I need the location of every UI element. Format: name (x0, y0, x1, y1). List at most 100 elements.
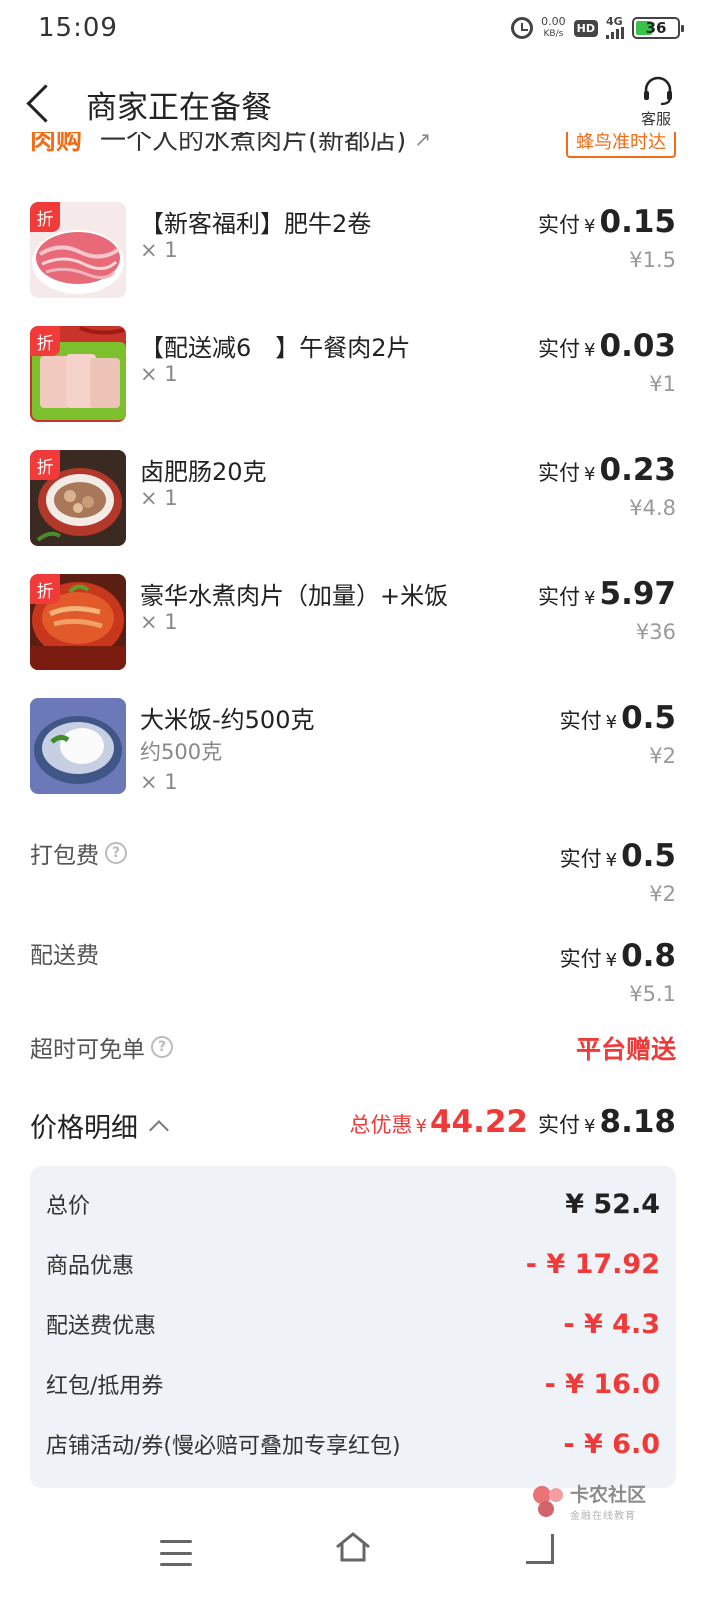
battery-level: 36 (645, 19, 667, 37)
currency-symbol: ¥ (584, 1116, 596, 1137)
store-row[interactable]: 肉购 一个人的水煮肉片(新都店) ↗ 蜂鸟准时达 (30, 132, 676, 168)
page-title: 商家正在备餐 (86, 90, 272, 126)
detail-label: 配送费优惠 (46, 1314, 157, 1339)
detail-label: 店铺活动/券(慢必赔可叠加专享红包) (46, 1434, 401, 1459)
detail-label: 总价 (46, 1194, 91, 1219)
overtime-free-text: 超时可免单 (30, 1037, 145, 1063)
original-price: ¥2 (649, 882, 676, 906)
original-price: ¥2 (649, 744, 676, 768)
battery-icon: 36 (632, 17, 684, 39)
total-paid-amount: 8.18 (599, 1104, 677, 1140)
original-price: ¥1 (649, 372, 676, 396)
header: 商家正在备餐 客服 (0, 60, 720, 140)
delivery-fee-price: 实付 ¥0.8 ¥5.1 (560, 938, 676, 1006)
detail-label: 红包/抵用券 (46, 1374, 164, 1399)
item-name: 豪华水煮肉片（加量）+米饭 (140, 582, 449, 610)
back-nav-icon[interactable] (526, 1534, 554, 1564)
hd-icon: HD (573, 19, 598, 37)
paid-amount: 0.23 (599, 452, 677, 488)
watermark-title: 卡农社区 (570, 1484, 647, 1506)
menu-icon[interactable] (160, 1540, 192, 1566)
paid-amount: 0.8 (621, 938, 676, 974)
home-icon[interactable] (334, 1530, 372, 1564)
item-image-intestine: 折 (30, 450, 126, 546)
delivery-tag: 蜂鸟准时达 (566, 132, 676, 158)
paid-amount: 0.15 (599, 204, 677, 240)
total-paid: 实付 ¥8.18 (538, 1104, 676, 1140)
net-speed: 0.00 KB/s (541, 16, 566, 40)
item-image-luncheon-meat: 折 (30, 326, 126, 422)
chevron-up-icon[interactable] (149, 1119, 169, 1140)
order-item[interactable]: 折 【新客福利】肥牛2卷 × 1 实付 ¥0.15 ¥1.5 (30, 202, 676, 298)
signal-icon: 4G (606, 15, 624, 39)
item-image-boiled-pork: 折 (30, 574, 126, 670)
detail-line-store-activity: 店铺活动/券(慢必赔可叠加专享红包) - ¥ 6.0 (46, 1424, 660, 1464)
order-item[interactable]: 大米饭-约500克 约500克 × 1 实付 ¥0.5 ¥2 (30, 698, 676, 798)
currency-symbol: ¥ (584, 464, 596, 485)
item-qty: × 1 (140, 362, 178, 386)
service-label: 客服 (640, 110, 671, 128)
original-price: ¥36 (635, 620, 676, 644)
detail-line-goods-discount: 商品优惠 - ¥ 17.92 (46, 1244, 660, 1284)
paid-label: 实付 (538, 1113, 581, 1137)
status-time: 15:09 (38, 13, 118, 43)
discount-badge: 折 (30, 326, 60, 356)
item-qty: × 1 (140, 486, 178, 510)
paid-amount: 0.5 (621, 700, 676, 736)
system-nav-bar (0, 1510, 720, 1600)
packing-fee-text: 打包费 (30, 843, 99, 869)
total-discount-label: 总优惠 (349, 1113, 413, 1137)
packing-fee-price: 实付 ¥0.5 ¥2 (560, 838, 676, 906)
help-icon[interactable]: ? (105, 842, 127, 864)
paid-amount: 0.5 (621, 838, 676, 874)
detail-value: - ¥ 6.0 (563, 1428, 660, 1460)
order-item[interactable]: 折 卤肥肠20克 × 1 实付 ¥0.23 ¥4.8 (30, 450, 676, 546)
detail-value: ¥ 52.4 (565, 1188, 660, 1220)
net-speed-value: 0.00 (541, 15, 566, 28)
currency-symbol: ¥ (584, 216, 596, 237)
currency-symbol: ¥ (605, 712, 618, 733)
total-discount-amount: 44.22 (429, 1104, 528, 1140)
paid-label: 实付 (559, 709, 602, 733)
currency-symbol: ¥ (605, 950, 618, 971)
item-image-rice (30, 698, 126, 794)
paid-label: 实付 (538, 337, 581, 361)
item-name: 【新客福利】肥牛2卷 (140, 210, 372, 238)
detail-label: 商品优惠 (46, 1254, 135, 1279)
discount-badge: 折 (30, 202, 60, 232)
price-detail-title-text: 价格明细 (30, 1113, 138, 1144)
original-price: ¥5.1 (629, 982, 676, 1006)
item-spec: 约500克 (140, 740, 223, 764)
currency-symbol: ¥ (415, 1116, 427, 1137)
paid-amount: 0.03 (599, 328, 677, 364)
customer-service-button[interactable]: 客服 (638, 76, 678, 129)
order-item[interactable]: 折 【配送减6 】午餐肉2片 × 1 实付 ¥0.03 ¥1 (30, 326, 676, 422)
status-icons: 0.00 KB/s HD 4G 36 (511, 15, 684, 40)
item-name: 大米饭-约500克 (140, 706, 315, 734)
price-detail-title[interactable]: 价格明细 (30, 1106, 169, 1145)
detail-line-coupon: 红包/抵用券 - ¥ 16.0 (46, 1364, 660, 1404)
paid-label: 实付 (559, 947, 602, 971)
store-arrow-icon: ↗ (414, 132, 432, 151)
back-icon[interactable] (26, 84, 56, 124)
item-price: 实付 ¥0.5 ¥2 (560, 700, 676, 768)
packing-fee-row: 打包费 ? 实付 ¥0.5 ¥2 (30, 836, 676, 906)
item-price: 实付 ¥0.23 ¥4.8 (538, 452, 676, 520)
item-qty: × 1 (140, 238, 178, 262)
help-icon[interactable]: ? (151, 1036, 173, 1058)
store-name[interactable]: 一个人的水煮肉片(新都店) (100, 132, 406, 157)
delivery-fee-row: 配送费 实付 ¥0.8 ¥5.1 (30, 936, 676, 1006)
item-image-beef: 折 (30, 202, 126, 298)
item-price: 实付 ¥0.15 ¥1.5 (538, 204, 676, 272)
detail-value: - ¥ 4.3 (563, 1308, 660, 1340)
detail-line-total: 总价 ¥ 52.4 (46, 1184, 660, 1224)
paid-label: 实付 (538, 585, 581, 609)
net-speed-unit: KB/s (543, 29, 564, 39)
item-name: 卤肥肠20克 (140, 458, 267, 486)
price-detail-box: 总价 ¥ 52.4 商品优惠 - ¥ 17.92 配送费优惠 - ¥ 4.3 红… (30, 1166, 676, 1488)
order-item[interactable]: 折 豪华水煮肉片（加量）+米饭 × 1 实付 ¥5.97 ¥36 (30, 574, 676, 670)
platform-gift-text: 平台赠送 (575, 1035, 676, 1064)
price-detail-header[interactable]: 价格明细 总优惠 ¥ 44.22 实付 ¥8.18 (30, 1102, 676, 1152)
discount-badge: 折 (30, 450, 60, 480)
item-price: 实付 ¥5.97 ¥36 (538, 576, 676, 644)
